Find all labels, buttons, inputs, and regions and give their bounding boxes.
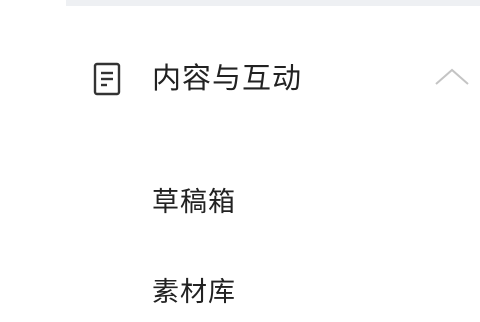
chevron-up-icon[interactable] (432, 66, 472, 88)
sidebar-item-materials[interactable]: 素材库 (66, 262, 480, 322)
sidebar-item-drafts[interactable]: 草稿箱 (66, 172, 480, 232)
sidebar-item-label: 草稿箱 (152, 187, 236, 218)
menu-group-content-interaction[interactable]: 内容与互动 (66, 52, 480, 104)
top-divider (66, 0, 480, 6)
menu-group-label: 内容与互动 (152, 61, 303, 95)
document-icon (92, 62, 122, 96)
sidebar: 内容与互动 草稿箱 素材库 (66, 0, 480, 308)
sidebar-item-label: 素材库 (152, 277, 236, 308)
